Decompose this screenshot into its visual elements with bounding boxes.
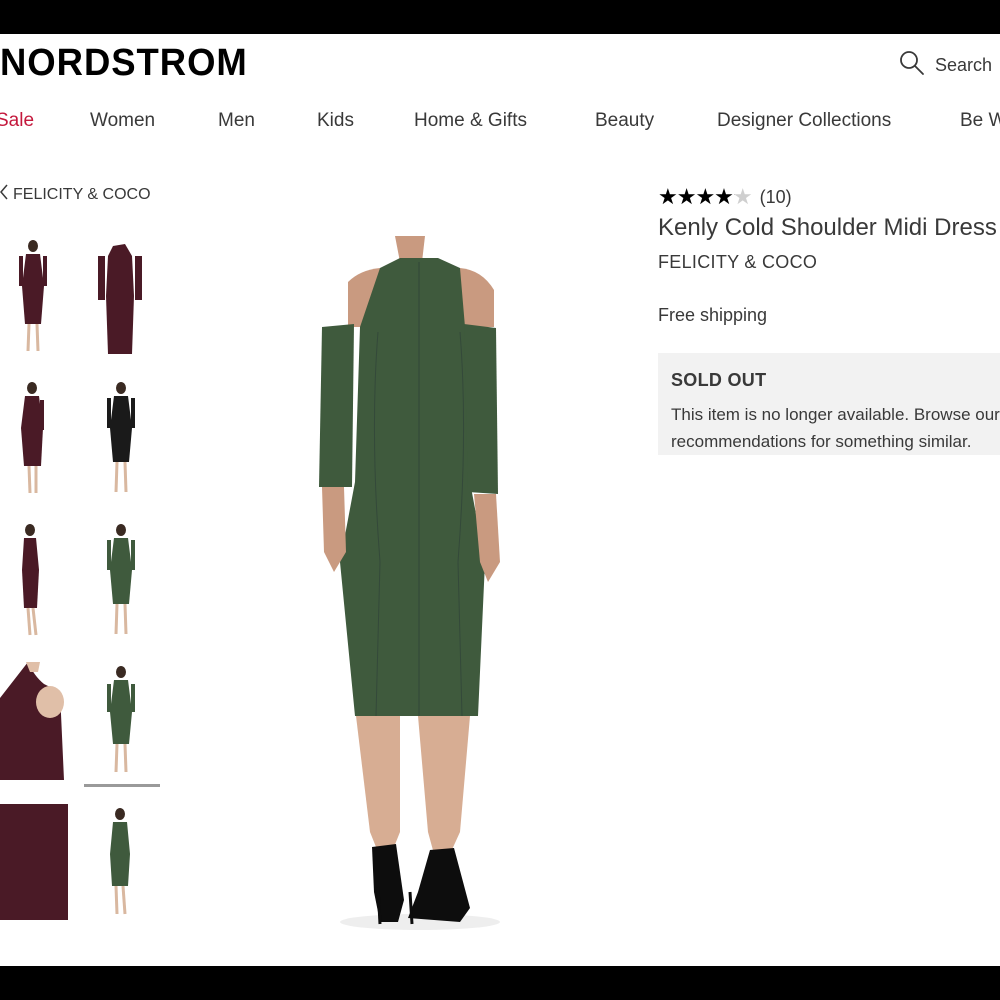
sold-out-heading: SOLD OUT — [671, 370, 767, 390]
thumbnail-2[interactable] — [88, 236, 158, 356]
thumbnail-5[interactable] — [0, 520, 70, 640]
bottom-black-bar — [0, 966, 1000, 1000]
nav-item-women[interactable]: Women — [90, 110, 155, 132]
thumbnail-6[interactable] — [88, 520, 158, 640]
chevron-left-icon — [0, 184, 8, 205]
nav-item-men[interactable]: Men — [218, 110, 255, 132]
breadcrumb-label: FELICITY & COCO — [13, 185, 151, 203]
main-nav: Sale Women Men Kids Home & Gifts Beauty … — [0, 110, 1000, 136]
nav-item-designer-collections[interactable]: Designer Collections — [717, 110, 891, 132]
nordstrom-logo[interactable]: NORDSTROM — [0, 42, 248, 85]
thumbnail-1[interactable] — [0, 236, 70, 356]
sold-out-message: This item is no longer available. Browse… — [671, 405, 1000, 451]
search-icon — [899, 50, 925, 81]
sold-out-notice: SOLD OUT This item is no longer availabl… — [658, 353, 1000, 455]
shipping-info: Free shipping — [658, 305, 768, 325]
thumbnail-4[interactable] — [88, 378, 158, 498]
search-label: Search — [934, 55, 992, 75]
thumbnail-7[interactable] — [0, 662, 70, 782]
product-title: Kenly Cold Shoulder Midi Dress — [658, 214, 997, 241]
product-brand-link[interactable]: FELICITY & COCO — [658, 252, 817, 273]
nav-item-beauty[interactable]: Beauty — [595, 110, 654, 132]
breadcrumb-back-link[interactable]: FELICITY & COCO — [0, 184, 151, 205]
nav-item-be-well[interactable]: Be W — [960, 110, 1000, 132]
nav-item-sale[interactable]: Sale — [0, 110, 34, 132]
thumbnail-10[interactable] — [88, 804, 158, 924]
review-count[interactable]: (10) — [760, 187, 792, 208]
thumbnail-3[interactable] — [0, 378, 70, 498]
nav-item-home-gifts[interactable]: Home & Gifts — [414, 110, 527, 132]
star-rating-icon: ★★★★★ ★★★★★ — [658, 184, 753, 209]
main-product-image[interactable] — [300, 232, 540, 932]
top-black-bar — [0, 0, 1000, 34]
thumbnail-8[interactable] — [88, 662, 158, 782]
thumbnail-9[interactable] — [0, 804, 70, 920]
product-rating[interactable]: ★★★★★ ★★★★★ (10) — [658, 186, 792, 208]
search-button[interactable]: Search — [899, 50, 992, 81]
nav-item-kids[interactable]: Kids — [317, 110, 354, 132]
thumbnail-selected-indicator — [84, 784, 160, 787]
